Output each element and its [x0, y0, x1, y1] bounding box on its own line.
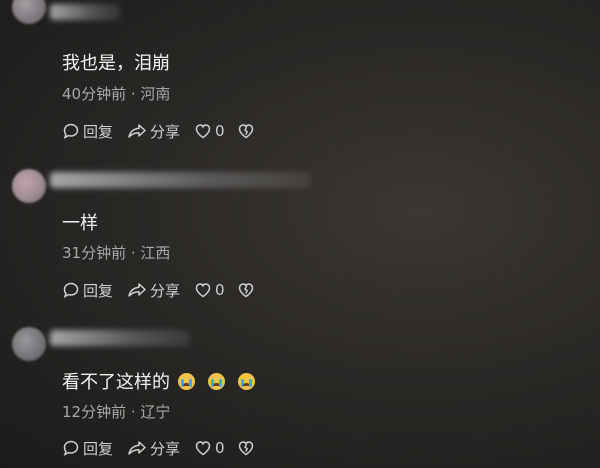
- avatar[interactable]: [12, 0, 46, 24]
- reply-icon: [63, 282, 79, 299]
- like-count: 0: [215, 281, 225, 299]
- comment-text: 看不了这样的: [62, 368, 255, 394]
- username-blurred[interactable]: [50, 330, 190, 346]
- reply-label: 回复: [83, 281, 114, 300]
- comment-text: 一样: [62, 213, 98, 234]
- meta-separator: ·: [126, 85, 141, 103]
- comment-location: 辽宁: [140, 403, 171, 421]
- meta-separator: ·: [126, 403, 141, 421]
- broken-heart-icon: [238, 124, 253, 139]
- meta-separator: ·: [126, 244, 141, 262]
- avatar[interactable]: [12, 327, 46, 361]
- comment-actions: 回复 分享 0: [62, 436, 258, 460]
- comment-actions: 回复 分享 0: [62, 278, 258, 302]
- comment-item: 看不了这样的 12分钟前 · 辽宁 回复 分享 0: [0, 310, 600, 468]
- comment-time: 40分钟前: [62, 85, 127, 103]
- like-count: 0: [215, 122, 225, 140]
- heart-icon: [195, 441, 211, 456]
- reply-icon: [63, 440, 79, 457]
- comment-location: 江西: [140, 244, 171, 262]
- share-button[interactable]: 分享: [127, 280, 180, 301]
- reply-icon: [63, 123, 79, 140]
- broken-heart-icon: [238, 441, 253, 456]
- heart-icon: [195, 124, 211, 139]
- like-button[interactable]: 0: [194, 439, 225, 457]
- comment-meta: 31分钟前 · 江西: [62, 242, 170, 263]
- comment-meta: 40分钟前 · 河南: [62, 83, 170, 104]
- comment-item: 我也是，泪崩 40分钟前 · 河南 回复 分享 0: [0, 0, 600, 150]
- crying-face-icon: [178, 373, 195, 390]
- comment-meta: 12分钟前 · 辽宁: [62, 401, 170, 422]
- like-button[interactable]: 0: [194, 281, 225, 299]
- comment-time: 31分钟前: [62, 244, 127, 262]
- share-button[interactable]: 分享: [127, 121, 180, 142]
- reply-label: 回复: [83, 439, 114, 458]
- reply-label: 回复: [83, 122, 114, 141]
- username-blurred[interactable]: [50, 172, 310, 188]
- reply-button[interactable]: 回复: [62, 121, 113, 142]
- heart-icon: [195, 283, 211, 298]
- comment-text-content: 看不了这样的: [62, 372, 170, 393]
- comment-time: 12分钟前: [62, 403, 127, 421]
- share-label: 分享: [150, 439, 181, 458]
- crying-face-icon: [238, 373, 255, 390]
- like-button[interactable]: 0: [194, 122, 225, 140]
- comment-text: 我也是，泪崩: [62, 53, 170, 74]
- share-icon: [128, 441, 146, 455]
- reply-button[interactable]: 回复: [62, 280, 113, 301]
- like-count: 0: [215, 439, 225, 457]
- share-label: 分享: [150, 122, 181, 141]
- share-button[interactable]: 分享: [127, 438, 180, 459]
- share-icon: [128, 283, 146, 297]
- broken-heart-icon: [238, 283, 253, 298]
- share-icon: [128, 124, 146, 138]
- share-label: 分享: [150, 281, 181, 300]
- comment-location: 河南: [140, 85, 171, 103]
- crying-face-icon: [208, 373, 225, 390]
- comment-actions: 回复 分享 0: [62, 119, 258, 143]
- username-blurred[interactable]: [50, 4, 120, 20]
- dislike-button[interactable]: [237, 281, 258, 299]
- avatar[interactable]: [12, 169, 46, 203]
- dislike-button[interactable]: [237, 439, 258, 457]
- dislike-button[interactable]: [237, 122, 258, 140]
- reply-button[interactable]: 回复: [62, 438, 113, 459]
- comment-item: 一样 31分钟前 · 江西 回复 分享 0: [0, 150, 600, 310]
